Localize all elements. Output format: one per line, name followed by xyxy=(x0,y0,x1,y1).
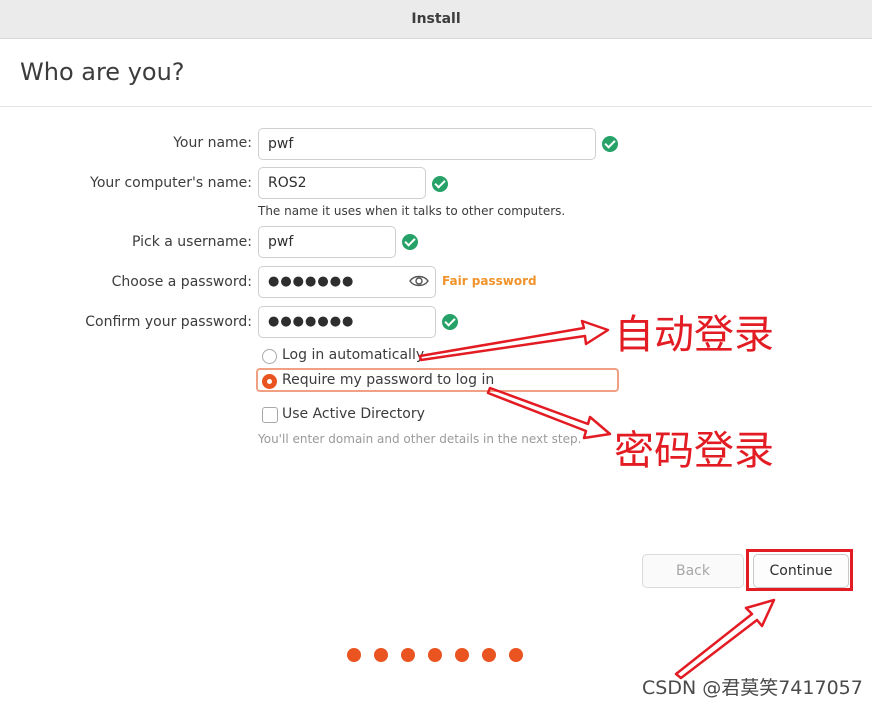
auto-login-annotation: 自动登录 xyxy=(614,312,774,358)
auto-login-arrow xyxy=(418,319,610,362)
password-login-annotation: 密码登录 xyxy=(614,428,774,474)
password-login-arrow xyxy=(486,386,612,440)
watermark: CSDN @君莫笑7417057 xyxy=(642,677,863,699)
continue-arrow xyxy=(674,598,776,680)
